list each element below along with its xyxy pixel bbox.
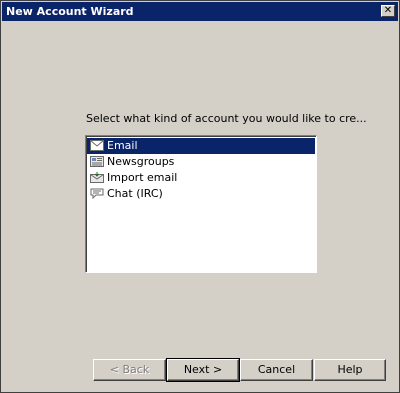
list-item-label: Chat (IRC) (107, 187, 163, 200)
envelope-icon (90, 140, 104, 151)
cancel-button[interactable]: Cancel (240, 359, 313, 381)
next-button[interactable]: Next > (166, 358, 240, 382)
list-item-chat-irc[interactable]: Chat (IRC) (87, 186, 315, 202)
account-type-list[interactable]: Email Newsgroups Import email Chat (IRC) (85, 135, 317, 273)
newsgroup-icon (90, 156, 104, 167)
import-icon (90, 172, 104, 183)
close-icon: ✕ (383, 5, 393, 16)
close-button[interactable]: ✕ (381, 5, 395, 17)
chat-icon (90, 188, 104, 199)
list-item-label: Newsgroups (107, 155, 175, 168)
list-item-import-email[interactable]: Import email (87, 170, 315, 186)
list-item-email[interactable]: Email (87, 138, 315, 154)
wizard-window: New Account Wizard ✕ Select what kind of… (0, 0, 400, 393)
list-item-label: Email (107, 139, 138, 152)
back-button[interactable]: < Back (93, 359, 166, 381)
window-title: New Account Wizard (6, 5, 134, 18)
list-item-label: Import email (107, 171, 178, 184)
account-type-prompt: Select what kind of account you would li… (86, 112, 367, 125)
help-button[interactable]: Help (314, 359, 386, 381)
title-bar[interactable]: New Account Wizard ✕ (2, 2, 398, 21)
list-item-newsgroups[interactable]: Newsgroups (87, 154, 315, 170)
